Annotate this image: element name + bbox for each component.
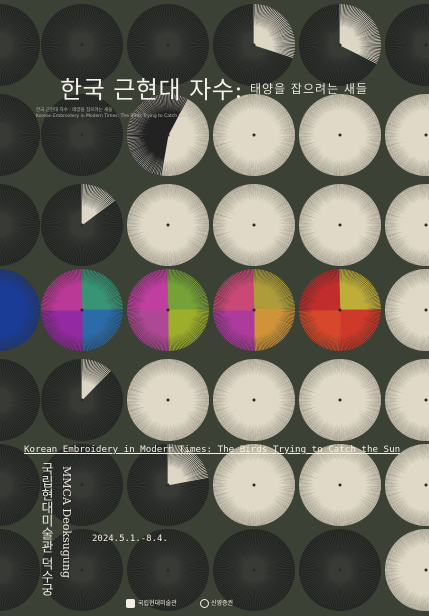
thread-circle [212, 358, 296, 442]
info-line-1: 한국 근현대 자수 : 태양을 잡으려는 새들 [36, 108, 113, 113]
thread-circle [127, 443, 209, 526]
venue-korean: 국립현대미술관 덕수궁 [38, 462, 53, 597]
thread-circle [298, 358, 382, 442]
thread-circle [126, 268, 210, 352]
thread-circle [384, 93, 429, 177]
thread-circle [298, 268, 382, 352]
thread-circle [299, 3, 382, 86]
thread-circle [41, 358, 123, 441]
thread-circle [385, 4, 429, 86]
thread-circle [212, 183, 296, 267]
thread-circle [212, 268, 296, 352]
thread-circle [0, 529, 40, 611]
mmca-logo-text: 국립현대미술관 [138, 600, 177, 607]
thread-circle [0, 184, 40, 266]
thread-circle [212, 443, 296, 527]
mmca-logo: 국립현대미술관 [126, 598, 177, 608]
thread-circle [0, 94, 40, 176]
thread-circle [298, 93, 382, 177]
thread-circle [298, 443, 382, 527]
thread-circle [384, 183, 429, 267]
thread-circle [298, 183, 382, 267]
thread-circle [0, 268, 41, 352]
thread-circle [126, 93, 210, 177]
shinyoung-logo-text: 신영증권 [211, 600, 234, 607]
thread-circle [41, 94, 123, 176]
korean-subtitle: 태양을 잡으려는 새들 [250, 82, 368, 96]
exhibition-dates: 2024.5.1.-8.4. [92, 534, 168, 544]
thread-circle [0, 4, 40, 86]
info-line-2: Korean Embroidery in Modern Times: The B… [36, 114, 196, 119]
shinyoung-logo-icon [200, 599, 209, 608]
thread-circle [384, 443, 429, 527]
thread-circle [0, 444, 40, 526]
thread-circle [41, 183, 123, 266]
thread-circle [0, 359, 40, 441]
exhibition-poster: 한국 근현대 자수: 태양을 잡으려는 새들 한국 근현대 자수 : 태양을 잡… [0, 0, 429, 616]
english-title: Korean Embroidery in Modern Times: The B… [24, 444, 401, 455]
korean-title: 한국 근현대 자수: [60, 76, 243, 104]
venue-english: MMCA Deoksugung [60, 466, 73, 578]
shinyoung-logo: 신영증권 [200, 598, 233, 608]
thread-circle [126, 183, 210, 267]
mmca-logo-icon [126, 599, 135, 608]
thread-circle [384, 528, 429, 612]
thread-circle [126, 358, 210, 442]
thread-circle [212, 93, 296, 177]
thread-circle [384, 268, 429, 352]
thread-circle [299, 529, 381, 611]
thread-circle [40, 268, 124, 352]
thread-circle [384, 358, 429, 442]
